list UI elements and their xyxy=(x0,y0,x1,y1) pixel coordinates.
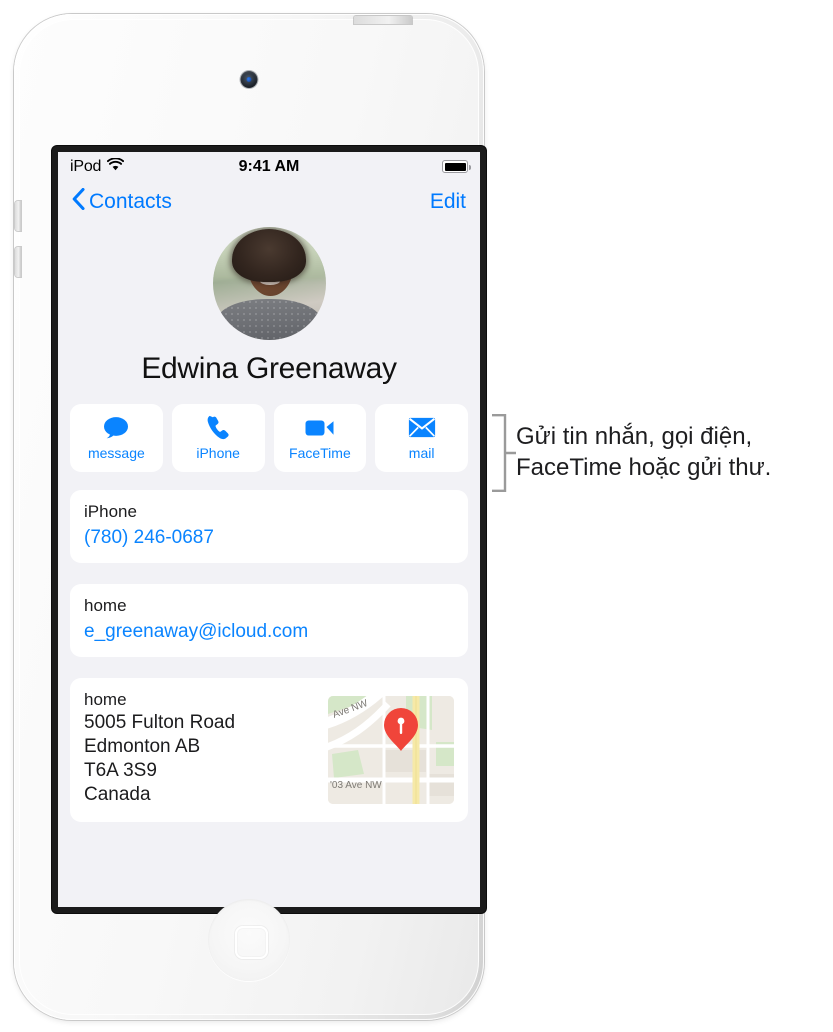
envelope-icon xyxy=(408,416,436,440)
phone-field-value[interactable]: (780) 246-0687 xyxy=(84,527,454,549)
phone-action-button[interactable]: iPhone xyxy=(171,404,265,472)
mail-action-label: mail xyxy=(408,444,435,461)
message-bubble-icon xyxy=(101,416,131,440)
avatar-hair xyxy=(231,229,307,283)
phone-screen: iPod 9:41 AM Contacts Edit Edwina Greena… xyxy=(58,152,480,907)
avatar-torso xyxy=(217,299,321,340)
avatar[interactable] xyxy=(212,227,326,340)
address-text-block: home 5005 Fulton Road Edmonton AB T6A 3S… xyxy=(84,690,306,806)
email-field-card[interactable]: home e_greenaway@icloud.com xyxy=(70,584,468,657)
power-button[interactable] xyxy=(354,16,412,24)
phone-handset-icon xyxy=(205,415,231,440)
volume-down-button[interactable] xyxy=(15,247,21,277)
home-square-icon xyxy=(234,925,268,959)
screen-bezel: iPod 9:41 AM Contacts Edit Edwina Greena… xyxy=(52,146,486,913)
map-street-label-bottom: '03 Ave NW xyxy=(330,780,382,791)
phone-field-label: iPhone xyxy=(84,502,137,521)
front-camera-icon xyxy=(240,71,258,88)
battery-full-icon xyxy=(442,160,471,173)
carrier-label: iPod xyxy=(70,157,102,175)
contact-name: Edwina Greenaway xyxy=(141,352,397,385)
contact-header: Edwina Greenaway xyxy=(58,223,480,386)
status-bar-right xyxy=(442,160,471,173)
device-body: iPod 9:41 AM Contacts Edit Edwina Greena… xyxy=(15,16,486,1015)
address-country: Canada xyxy=(84,784,151,805)
back-to-contacts-button[interactable]: Contacts xyxy=(72,187,172,216)
back-button-label: Contacts xyxy=(89,190,172,213)
wifi-icon xyxy=(107,157,125,175)
address-street: 5005 Fulton Road xyxy=(84,712,236,733)
chevron-left-icon xyxy=(72,187,85,216)
address-postal-code: T6A 3S9 xyxy=(84,760,157,781)
map-thumbnail[interactable]: Ave NW '03 Ave NW xyxy=(328,696,454,804)
quick-action-row: message iPhone FaceTime mail xyxy=(58,386,480,472)
address-field-label: home xyxy=(84,690,127,709)
volume-up-button[interactable] xyxy=(15,201,21,231)
address-field-card[interactable]: home 5005 Fulton Road Edmonton AB T6A 3S… xyxy=(70,678,468,822)
phone-field-card[interactable]: iPhone (780) 246-0687 xyxy=(70,490,468,563)
message-action-label: message xyxy=(87,444,145,461)
callout-text: Gửi tin nhắn, gọi điện, FaceTime hoặc gử… xyxy=(516,423,772,481)
home-button[interactable] xyxy=(208,899,290,981)
status-bar-left: iPod xyxy=(70,157,125,176)
facetime-action-button[interactable]: FaceTime xyxy=(273,404,367,472)
edit-button[interactable]: Edit xyxy=(430,190,466,214)
status-bar: iPod 9:41 AM xyxy=(58,152,480,181)
video-camera-icon xyxy=(305,416,335,440)
navigation-bar: Contacts Edit xyxy=(58,181,480,223)
callout-bracket-icon xyxy=(491,414,517,497)
contact-fields: iPhone (780) 246-0687 home e_greenaway@i… xyxy=(58,472,480,822)
email-field-value[interactable]: e_greenaway@icloud.com xyxy=(84,621,454,643)
email-field-label: home xyxy=(84,596,127,615)
ipod-touch-device: iPod 9:41 AM Contacts Edit Edwina Greena… xyxy=(14,14,486,1020)
phone-action-label: iPhone xyxy=(196,444,240,461)
facetime-action-label: FaceTime xyxy=(289,444,351,461)
mail-action-button[interactable]: mail xyxy=(375,404,468,472)
message-action-button[interactable]: message xyxy=(70,404,163,472)
address-city-region: Edmonton AB xyxy=(84,736,201,757)
